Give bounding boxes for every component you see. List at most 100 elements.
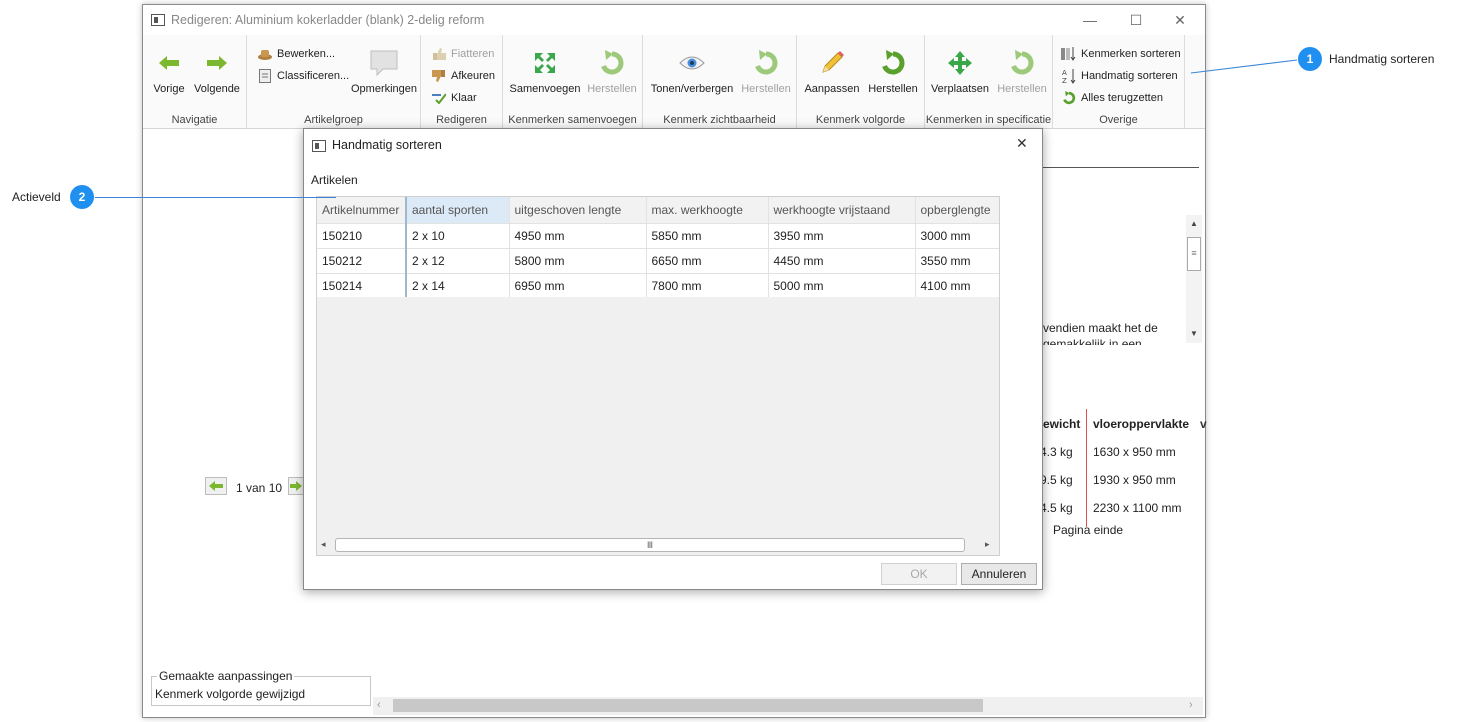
fiatteren-button[interactable]: Fiatteren: [431, 45, 494, 63]
description-text-2-clip: gemakkelijk in een: [1043, 337, 1183, 345]
grid-empty-area: [317, 297, 999, 535]
dialog-title: Handmatig sorteren: [332, 138, 442, 152]
annuleren-button[interactable]: Annuleren: [961, 563, 1037, 585]
title-bar: Redigeren: Aluminium kokerladder (blank)…: [143, 5, 1205, 35]
pager-next-button[interactable]: [288, 477, 304, 495]
sort-columns-icon: [1061, 46, 1077, 62]
column-header-aantal-sporten[interactable]: aantal sporten: [406, 197, 510, 224]
tonen-verbergen-label: Tonen/verbergen: [650, 83, 734, 95]
changes-legend: Gemaakte aanpassingen: [157, 669, 295, 683]
group-label-specificatie: Kenmerken in specificatie: [925, 114, 1052, 126]
table-cell: 7800 mm: [646, 273, 769, 299]
pagina-einde: Pagina einde: [1053, 523, 1124, 537]
ribbon-group-navigatie: Vorige Volgende Navigatie: [143, 35, 247, 129]
table-row[interactable]: 150212 2 x 12 5800 mm 6650 mm 4450 mm 35…: [317, 248, 999, 274]
move-arrows-icon: [944, 49, 976, 77]
artikelen-grid[interactable]: Artikelnummer aantal sporten uitgeschove…: [316, 196, 1000, 556]
afkeuren-button[interactable]: Afkeuren: [431, 67, 495, 85]
spec-col-vloer: vloeroppervlakte: [1093, 417, 1190, 431]
verplaatsen-button[interactable]: Verplaatsen: [929, 49, 991, 95]
horizontal-scrollbar[interactable]: ‹ ›: [373, 697, 1203, 715]
herstellen-volgorde-button[interactable]: Herstellen: [865, 49, 921, 95]
arrow-left-icon: [153, 49, 185, 77]
document-icon: [257, 68, 273, 84]
volgende-button[interactable]: Volgende: [193, 49, 241, 95]
table-cell: 5800 mm: [509, 248, 647, 274]
column-header-opberglengte[interactable]: opberglengte: [915, 197, 999, 224]
table-header-row: Artikelnummer aantal sporten uitgeschove…: [317, 197, 999, 224]
spec-row-gewicht: 4.3 kg: [1040, 445, 1073, 459]
grid-horizontal-scrollbar[interactable]: ◂ Ⅲ ▸: [317, 535, 999, 555]
callout-1-line: [1190, 59, 1302, 74]
scroll-thumb[interactable]: Ⅲ: [335, 538, 965, 552]
group-label-volgorde: Kenmerk volgorde: [815, 114, 906, 126]
alles-terugzetten-button[interactable]: Alles terugzetten: [1061, 89, 1163, 107]
scroll-right-icon[interactable]: ›: [1189, 699, 1193, 711]
aanpassen-label: Aanpassen: [804, 83, 860, 95]
herstellen-samenvoegen-button[interactable]: Herstellen: [585, 49, 639, 95]
scroll-left-icon[interactable]: ◂: [321, 539, 326, 550]
scroll-right-icon[interactable]: ▸: [985, 539, 990, 550]
arrow-right-icon: [290, 481, 302, 491]
content-divider: [1043, 167, 1199, 168]
callout-2-line: [94, 197, 336, 198]
classificeren-label: Classificeren...: [277, 70, 350, 82]
eye-icon: [676, 49, 708, 77]
aanpassen-button[interactable]: Aanpassen: [803, 49, 861, 95]
undo-icon: [1006, 49, 1038, 77]
column-header-max-werkhoogte[interactable]: max. werkhoogte: [646, 197, 769, 224]
description-scrollbar[interactable]: ▲ ≡ ▼: [1186, 215, 1202, 343]
herstellen-label: Herstellen: [587, 83, 637, 95]
maximize-button[interactable]: ☐: [1113, 5, 1159, 35]
column-header-uitgeschoven-lengte[interactable]: uitgeschoven lengte: [509, 197, 647, 224]
table-cell: 150214: [317, 273, 407, 299]
window-icon: [151, 14, 165, 26]
klaar-button[interactable]: Klaar: [431, 89, 477, 107]
table-row[interactable]: 150210 2 x 10 4950 mm 5850 mm 3950 mm 30…: [317, 223, 999, 249]
dialog-close-button[interactable]: ✕: [1016, 135, 1028, 152]
svg-text:Z: Z: [1062, 77, 1067, 84]
arrow-left-icon: [209, 481, 223, 491]
column-header-artikelnummer[interactable]: Artikelnummer: [317, 197, 407, 224]
table-cell: 4100 mm: [915, 273, 999, 299]
thumbs-up-icon: [431, 46, 447, 62]
close-button[interactable]: ✕: [1157, 5, 1203, 35]
ribbon-group-redigeren: Fiatteren Afkeuren Klaar Redigeren: [421, 35, 503, 129]
ribbon-group-volgorde: Aanpassen Herstellen Kenmerk volgorde: [797, 35, 925, 129]
table-cell: 2 x 14: [406, 273, 510, 299]
herstellen-zichtbaarheid-button[interactable]: Herstellen: [739, 49, 793, 95]
table-cell: 6650 mm: [646, 248, 769, 274]
ok-button[interactable]: OK: [881, 563, 957, 585]
scroll-left-icon[interactable]: ‹: [377, 699, 381, 711]
kenmerken-sorteren-button[interactable]: Kenmerken sorteren: [1061, 45, 1181, 63]
opmerkingen-button[interactable]: Opmerkingen: [351, 49, 417, 95]
scroll-down-icon[interactable]: ▼: [1190, 329, 1198, 338]
bewerken-button[interactable]: Bewerken...: [257, 45, 335, 63]
column-header-werkhoogte-vrijstaand[interactable]: werkhoogte vrijstaand: [768, 197, 916, 224]
samenvoegen-button[interactable]: Samenvoegen: [509, 49, 581, 95]
ribbon: Vorige Volgende Navigatie Bewerken... Cl…: [143, 35, 1205, 129]
herstellen-specificatie-button[interactable]: Herstellen: [995, 49, 1049, 95]
table-row[interactable]: 150214 2 x 14 6950 mm 7800 mm 5000 mm 41…: [317, 273, 999, 299]
classificeren-button[interactable]: Classificeren...: [257, 67, 349, 85]
group-label-zichtbaarheid: Kenmerk zichtbaarheid: [663, 114, 776, 126]
sort-az-icon: AZ: [1061, 68, 1077, 84]
bewerken-label: Bewerken...: [277, 48, 336, 60]
callout-2-badge: 2: [70, 185, 94, 209]
spec-row-gewicht: 9.5 kg: [1040, 473, 1073, 487]
undo-icon: [1061, 90, 1077, 106]
scroll-thumb[interactable]: [393, 699, 983, 712]
fiatteren-label: Fiatteren: [451, 48, 495, 60]
merge-arrows-icon: [529, 49, 561, 77]
vorige-button[interactable]: Vorige: [151, 49, 187, 95]
group-label-artikelgroep: Artikelgroep: [304, 114, 363, 126]
svg-text:A: A: [1062, 69, 1067, 77]
minimize-button[interactable]: —: [1067, 5, 1113, 35]
callout-2-label: Actieveld: [12, 190, 61, 204]
scroll-up-icon[interactable]: ▲: [1190, 219, 1198, 228]
scroll-thumb[interactable]: ≡: [1187, 237, 1201, 271]
volgende-label: Volgende: [194, 83, 240, 95]
tonen-verbergen-button[interactable]: Tonen/verbergen: [649, 49, 735, 95]
pager-prev-button[interactable]: [205, 477, 227, 495]
handmatig-sorteren-button[interactable]: AZ Handmatig sorteren: [1061, 67, 1178, 85]
